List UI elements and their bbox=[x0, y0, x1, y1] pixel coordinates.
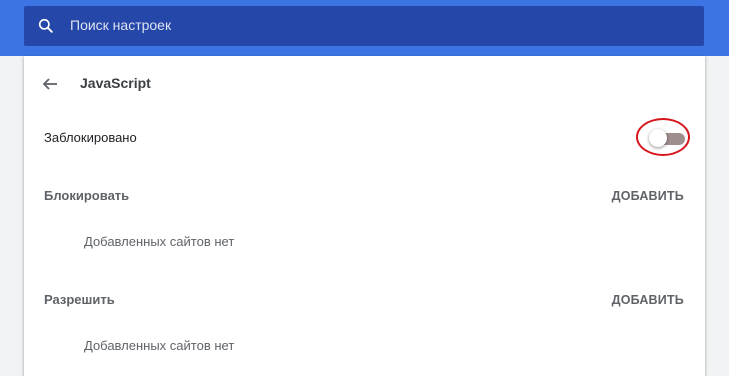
search-icon bbox=[38, 18, 53, 33]
allow-section-title: Разрешить bbox=[44, 292, 115, 307]
allow-add-button[interactable]: ДОБАВИТЬ bbox=[612, 293, 684, 307]
blocked-toggle[interactable] bbox=[646, 127, 686, 151]
search-input[interactable]: Поиск настроек bbox=[70, 17, 171, 33]
settings-search-box[interactable]: Поиск настроек bbox=[24, 6, 704, 46]
allow-empty-text: Добавленных сайтов нет bbox=[84, 338, 235, 353]
block-add-button[interactable]: ДОБАВИТЬ bbox=[612, 189, 684, 203]
top-bar: Поиск настроек bbox=[0, 0, 729, 56]
settings-card: JavaScript Заблокировано Блокировать ДОБ… bbox=[24, 56, 705, 376]
blocked-toggle-label: Заблокировано bbox=[44, 130, 137, 145]
block-empty-text: Добавленных сайтов нет bbox=[84, 234, 235, 249]
page-title: JavaScript bbox=[80, 75, 151, 91]
toggle-knob bbox=[649, 129, 667, 147]
arrow-back-icon[interactable] bbox=[38, 72, 62, 96]
block-section-title: Блокировать bbox=[44, 188, 130, 203]
